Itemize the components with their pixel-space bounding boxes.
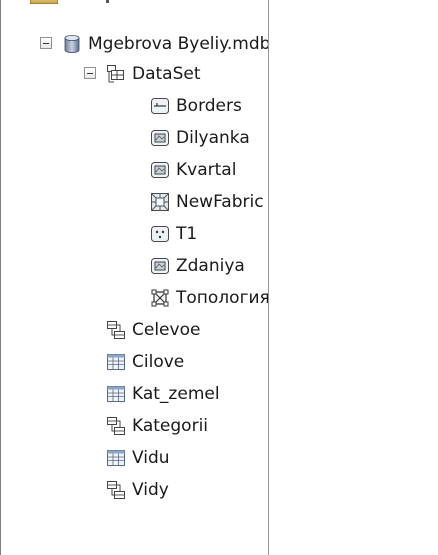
database-icon	[64, 35, 80, 53]
tree-item-label: Dilyanka	[176, 128, 250, 148]
tree-item-topology[interactable]: Топология	[150, 282, 270, 314]
collapse-toggle-root[interactable]	[40, 37, 52, 49]
tree-item-label: Mgebrova Byeliy.mdb	[88, 34, 271, 54]
line-feature-class-icon	[151, 98, 169, 114]
folder-icon	[30, 0, 58, 4]
partially-visible-item	[30, 0, 116, 6]
relationship-class-icon	[107, 481, 125, 499]
table-icon	[107, 450, 125, 466]
table-icon	[107, 354, 125, 370]
tree-item-label: Celevoe	[132, 320, 201, 340]
tree-item-kat-zemel[interactable]: Kat_zemel	[106, 378, 220, 410]
tree-item-dataset[interactable]: DataSet	[106, 58, 201, 90]
tree-item-label: Vidu	[132, 448, 170, 468]
tree-item-label: Cilove	[132, 352, 185, 372]
tree-connector	[106, 0, 109, 3]
tree-item-root[interactable]: Mgebrova Byeliy.mdb	[62, 28, 270, 60]
tree-item-label: Borders	[176, 96, 242, 116]
tree-item-dilyanka[interactable]: Dilyanka	[150, 122, 250, 154]
topology-icon	[151, 289, 169, 307]
point-feature-class-icon	[151, 226, 169, 242]
relationship-class-icon	[107, 321, 125, 339]
tree-item-cilove[interactable]: Cilove	[106, 346, 184, 378]
tree-item-kvartal[interactable]: Kvartal	[150, 154, 236, 186]
blank-area	[269, 0, 438, 555]
tree-item-newfabric[interactable]: NewFabric	[150, 186, 264, 218]
tree-item-borders[interactable]: Borders	[150, 90, 242, 122]
parcel-fabric-icon	[151, 193, 169, 211]
tree-item-label: Vidy	[132, 480, 169, 500]
tree-item-vidy[interactable]: Vidy	[106, 474, 169, 506]
tree-item-label: DataSet	[132, 64, 201, 84]
tree-item-celevoe[interactable]: Celevoe	[106, 314, 200, 346]
feature-dataset-icon	[107, 65, 124, 83]
tree-item-label: NewFabric	[176, 192, 264, 212]
tree-item-label: Топология	[176, 288, 270, 308]
polygon-feature-class-icon	[151, 162, 169, 178]
collapse-toggle-dataset[interactable]	[84, 67, 96, 79]
tree-item-vidu[interactable]: Vidu	[106, 442, 170, 474]
tree-item-zdaniya[interactable]: Zdaniya	[150, 250, 245, 282]
panel-border-left	[0, 0, 1, 555]
tree-item-label: T1	[176, 224, 198, 244]
polygon-feature-class-icon	[151, 130, 169, 146]
tree-item-label: Kvartal	[176, 160, 237, 180]
tree-item-label: Zdaniya	[176, 256, 245, 276]
table-icon	[107, 386, 125, 402]
tree-item-label: Kat_zemel	[132, 384, 220, 404]
relationship-class-icon	[107, 417, 125, 435]
polygon-feature-class-icon	[151, 258, 169, 274]
tree-item-t1[interactable]: T1	[150, 218, 197, 250]
tree-item-label: Kategorii	[132, 416, 209, 436]
tree-item-kategorii[interactable]: Kategorii	[106, 410, 208, 442]
